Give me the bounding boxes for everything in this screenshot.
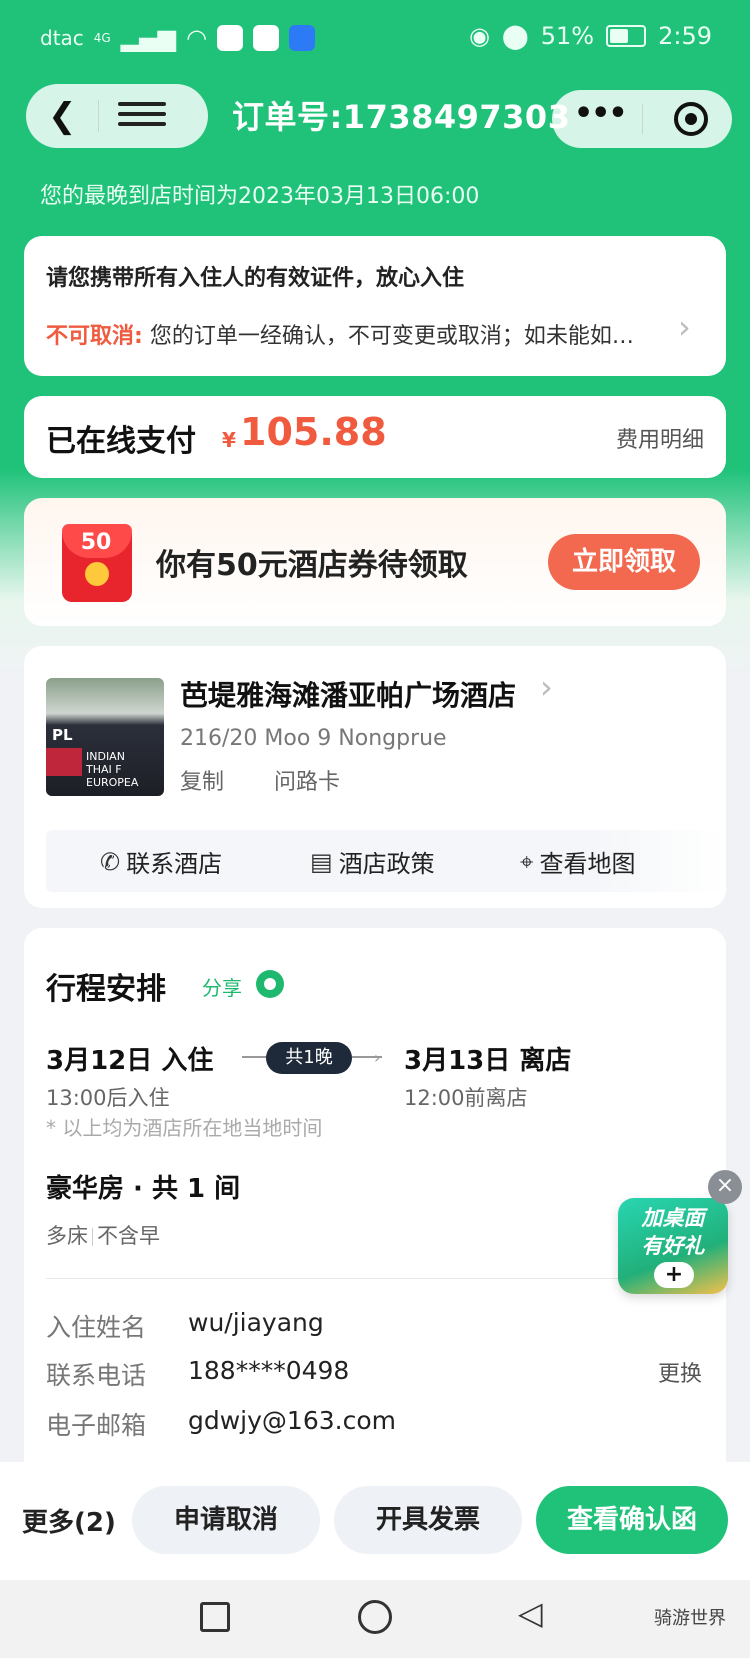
nav-left-capsule: ❮ — [26, 84, 208, 148]
target-icon[interactable] — [674, 102, 708, 136]
clock: 2:59 — [658, 22, 712, 50]
guest-name-label: 入住姓名 — [46, 1313, 147, 1342]
contact-hotel-label: 联系酒店 — [126, 850, 223, 878]
bed-tag: 多床 — [46, 1224, 88, 1248]
eye-icon: ◉ — [468, 22, 490, 50]
menu-icon[interactable] — [118, 102, 166, 132]
divider — [46, 1278, 686, 1279]
nav-right-capsule: ••• — [552, 90, 732, 148]
room-title: 豪华房 · 共 1 间 — [46, 1174, 241, 1204]
close-badge-icon[interactable]: × — [708, 1170, 742, 1204]
apply-cancel-button[interactable]: 申请取消 — [132, 1486, 320, 1554]
issue-invoice-button[interactable]: 开具发票 — [334, 1486, 522, 1554]
app-icon — [217, 25, 244, 51]
checkout-time: 12:00前离店 — [404, 1086, 528, 1110]
email-label: 电子邮箱 — [46, 1411, 147, 1440]
share-label[interactable]: 分享 — [202, 972, 242, 1001]
currency-symbol: ¥ — [222, 428, 236, 452]
status-bar: dtac 4G ▂▄▆ ◠ ◉ ⬤ 51% 2:59 — [0, 0, 750, 76]
nav-bar: ❮ 订单号:1738497303 ••• — [0, 84, 750, 148]
paw-app-icon — [289, 25, 316, 51]
phone-value: 188****0498 — [188, 1356, 350, 1385]
network-label: 4G — [93, 31, 111, 45]
claim-coupon-button[interactable]: 立即领取 — [548, 534, 700, 590]
bottom-action-bar: 更多(2) 申请取消 开具发票 查看确认函 — [0, 1462, 750, 1580]
carrier-label: dtac — [40, 26, 84, 50]
contact-hotel-button[interactable]: ✆ 联系酒店 — [100, 844, 222, 879]
status-left: dtac 4G ▂▄▆ ◠ — [40, 24, 316, 52]
wifi-icon: ◠ — [186, 24, 208, 52]
checkout-date: 3月13日 离店 — [404, 1046, 572, 1076]
location-icon: ⬤ — [501, 22, 529, 50]
chevron-right-icon: › — [540, 668, 553, 706]
hotel-photo[interactable]: PL INDIAN THAI F EUROPEA — [46, 678, 164, 796]
room-tags: 多床 不含早 — [46, 1220, 160, 1250]
fee-detail-link[interactable]: 费用明细 — [616, 422, 704, 454]
wechat-share-icon[interactable] — [256, 970, 284, 998]
change-phone-button[interactable]: 更换 — [658, 1356, 702, 1388]
breakfast-tag: 不含早 — [97, 1224, 160, 1248]
chevron-right-icon: › — [678, 308, 691, 346]
chat-icon — [253, 25, 280, 51]
home-icon[interactable] — [358, 1600, 392, 1634]
red-envelope-icon: 50 — [52, 516, 140, 606]
more-actions-button[interactable]: 更多(2) — [22, 1502, 116, 1539]
paid-online-label: 已在线支付 — [46, 424, 196, 459]
status-right: ◉ ⬤ 51% 2:59 — [469, 22, 712, 50]
paid-amount: 105.88 — [240, 410, 387, 454]
arrow-right-icon: › — [374, 1048, 381, 1067]
cancel-policy-text: 不可取消: 您的订单一经确认，不可变更或取消；如未能如… — [46, 318, 666, 350]
notice-card[interactable]: 请您携带所有入住人的有效证件，放心入住 不可取消: 您的订单一经确认，不可变更或… — [24, 236, 726, 376]
notice-main-text: 请您携带所有入住人的有效证件，放心入住 — [46, 266, 465, 291]
checkin-time: 13:00后入住 — [46, 1086, 170, 1110]
payment-card: 已在线支付 ¥ 105.88 费用明细 — [24, 396, 726, 478]
view-map-button[interactable]: ⌖ 查看地图 — [520, 844, 636, 879]
view-confirmation-button[interactable]: 查看确认函 — [536, 1486, 728, 1554]
hotel-policy-button[interactable]: ▤ 酒店政策 — [310, 844, 435, 879]
direction-card-button[interactable]: 问路卡 — [274, 764, 340, 796]
coupon-card[interactable]: 50 你有50元酒店券待领取 立即领取 — [24, 498, 726, 626]
back-triangle-icon[interactable]: ◁ — [518, 1594, 543, 1632]
itinerary-title: 行程安排 — [46, 972, 166, 1007]
system-nav-bar: ◁ 骑游世界 — [0, 1580, 750, 1658]
view-map-label: 查看地图 — [539, 850, 636, 878]
phone-label: 联系电话 — [46, 1361, 147, 1390]
policy-text: 您的订单一经确认，不可变更或取消；如未能如… — [149, 324, 634, 349]
nav-divider — [98, 100, 99, 132]
hotel-policy-label: 酒店政策 — [338, 850, 435, 878]
checkin-date: 3月12日 入住 — [46, 1046, 214, 1076]
more-icon[interactable]: ••• — [574, 96, 628, 131]
order-number-title: 订单号:1738497303 — [232, 98, 571, 136]
copy-address-button[interactable]: 复制 — [180, 764, 224, 796]
hotel-actions-bar: ✆ 联系酒店 ▤ 酒店政策 ⌖ 查看地图 — [46, 830, 726, 892]
hotel-address: 216/20 Moo 9 Nongprue — [180, 726, 447, 751]
guest-name-value: wu/jiayang — [188, 1308, 324, 1337]
document-icon: ▤ — [310, 847, 333, 876]
coupon-badge-value: 50 — [80, 530, 112, 555]
battery-percent: 51% — [540, 22, 595, 50]
plus-icon: + — [654, 1262, 694, 1288]
coupon-text: 你有50元酒店券待领取 — [156, 548, 468, 583]
add-to-desktop-text: 加桌面 有好礼 — [641, 1206, 705, 1258]
timezone-note: * 以上均为酒店所在地当地时间 — [46, 1116, 323, 1140]
signal-icon: ▂▄▆ — [120, 24, 177, 52]
map-pin-icon: ⌖ — [520, 847, 534, 876]
nights-badge: 共1晚 — [266, 1042, 352, 1074]
add-to-desktop-badge[interactable]: 加桌面 有好礼 + — [618, 1198, 728, 1294]
nav-divider — [642, 104, 643, 134]
hotel-card: PL INDIAN THAI F EUROPEA 芭堤雅海滩潘亚帕广场酒店 › … — [24, 646, 726, 908]
hotel-photo-sign: PL — [52, 726, 73, 744]
hotel-photo-text: INDIAN THAI F EUROPEA — [86, 750, 139, 789]
battery-icon — [606, 25, 647, 47]
hotel-name[interactable]: 芭堤雅海滩潘亚帕广场酒店 — [180, 674, 516, 714]
latest-arrival-text: 您的最晚到店时间为2023年03月13日06:00 — [40, 184, 480, 209]
recents-icon[interactable] — [200, 1602, 230, 1632]
phone-icon: ✆ — [100, 847, 121, 876]
watermark: 骑游世界 — [654, 1608, 726, 1629]
back-arrow-icon[interactable]: ❮ — [48, 96, 77, 136]
email-value: gdwjy@163.com — [188, 1406, 396, 1435]
policy-label: 不可取消: — [46, 324, 143, 349]
